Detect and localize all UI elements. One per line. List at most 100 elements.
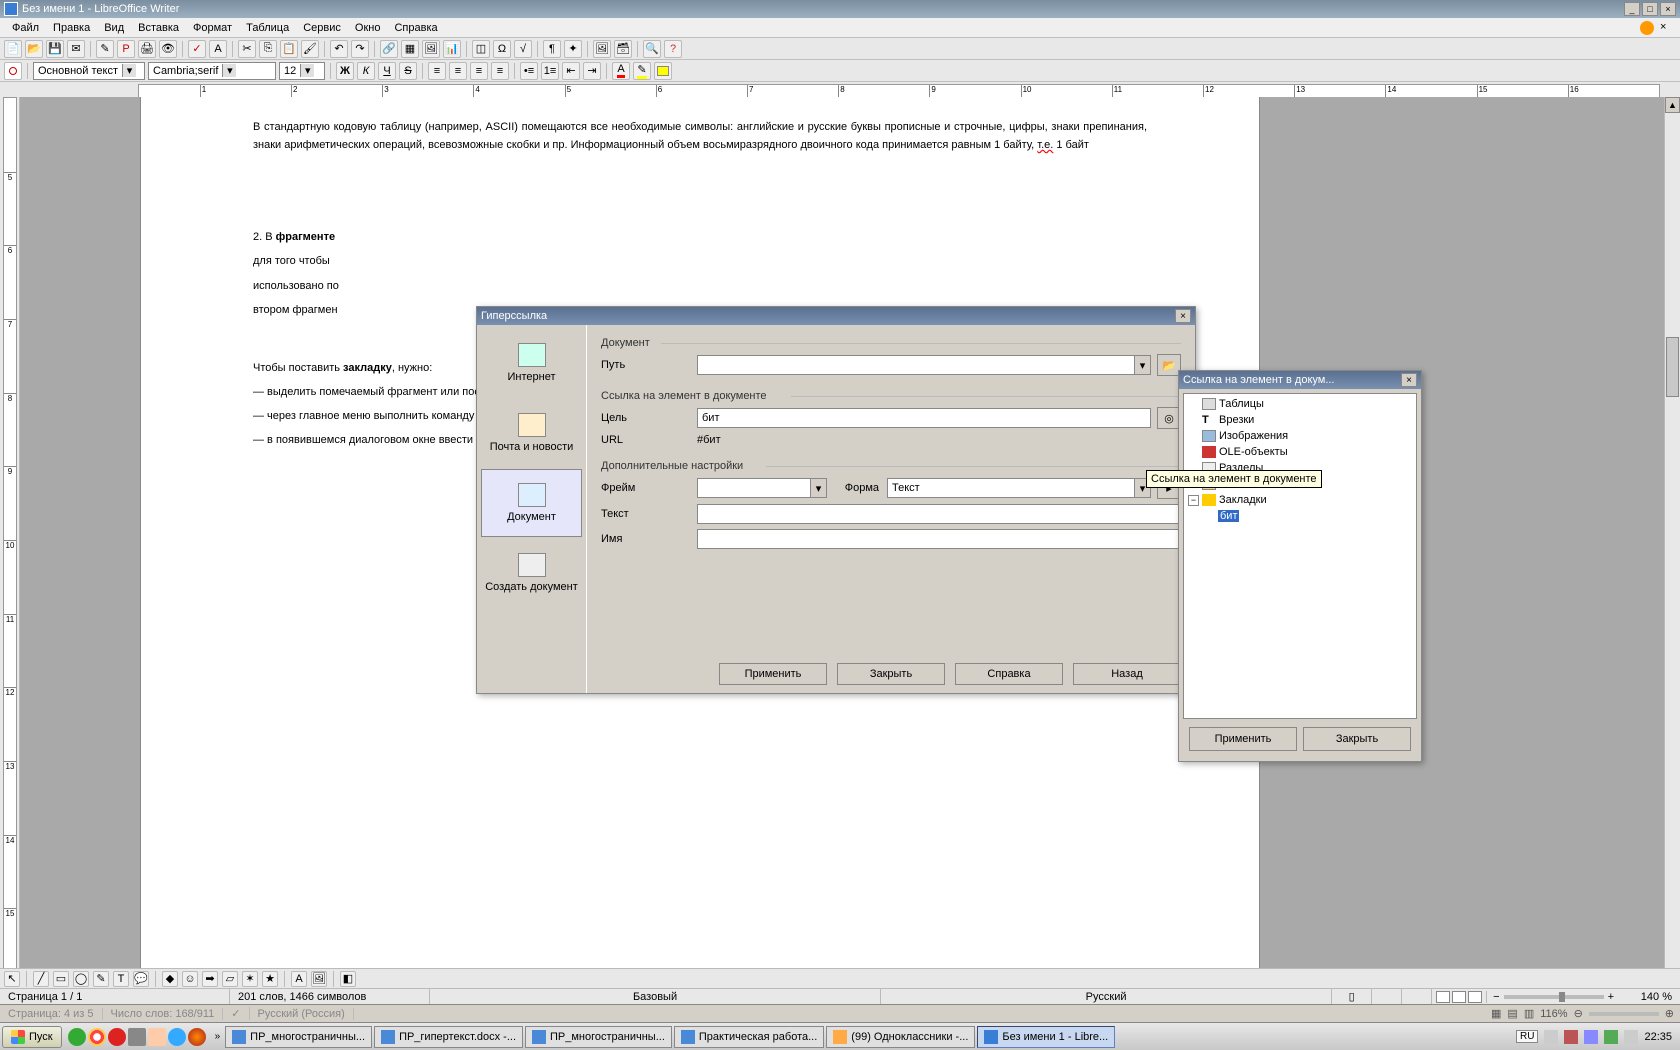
document-paragraph[interactable]: использовано по	[253, 277, 1147, 295]
export-pdf-icon[interactable]: P	[117, 40, 135, 58]
language-indicator[interactable]: RU	[1516, 1030, 1538, 1043]
nonprinting-icon[interactable]: ¶	[543, 40, 561, 58]
font-color-icon[interactable]: A	[612, 62, 630, 80]
preview-icon[interactable]: 👁	[159, 40, 177, 58]
app-icon[interactable]	[128, 1028, 146, 1046]
dialog-titlebar[interactable]: Ссылка на элемент в докум... ×	[1179, 371, 1421, 389]
tree-item-bookmark-bit[interactable]: бит	[1186, 508, 1414, 524]
close-button[interactable]: Закрыть	[837, 663, 945, 685]
strike-icon[interactable]: S	[399, 62, 417, 80]
new-doc-icon[interactable]: 📄	[4, 40, 22, 58]
ellipse-icon[interactable]: ◯	[73, 971, 89, 987]
align-left-icon[interactable]: ≡	[428, 62, 446, 80]
hyperlink-cat-newdoc[interactable]: Создать документ	[481, 539, 582, 607]
document-paragraph[interactable]: В стандартную кодовую таблицу (например,…	[253, 118, 1147, 154]
hyperlink-cat-internet[interactable]: Интернет	[481, 329, 582, 397]
tree-item-frames[interactable]: T Врезки	[1186, 412, 1414, 428]
rect-icon[interactable]: ▭	[53, 971, 69, 987]
freeform-icon[interactable]: ✎	[93, 971, 109, 987]
open-icon[interactable]: 📂	[25, 40, 43, 58]
zoom-icon[interactable]: 🔍	[643, 40, 661, 58]
clone-format-icon[interactable]: 🖌	[301, 40, 319, 58]
tree-item-ole[interactable]: OLE-объекты	[1186, 444, 1414, 460]
numbering-icon[interactable]: 1≡	[541, 62, 559, 80]
multi-page-icon[interactable]	[1452, 991, 1466, 1003]
gallery-icon[interactable]: 🖼	[593, 40, 611, 58]
maximize-button[interactable]: □	[1642, 2, 1658, 16]
path-combo[interactable]: ▾	[697, 355, 1151, 375]
menu-window[interactable]: Окно	[349, 20, 387, 36]
document-paragraph[interactable]: 2. В фрагменте	[253, 228, 1147, 246]
field-icon[interactable]: ◫	[472, 40, 490, 58]
extrusion-icon[interactable]: ◧	[340, 971, 356, 987]
italic-icon[interactable]: К	[357, 62, 375, 80]
status-insert-mode[interactable]: ▯	[1332, 989, 1372, 1004]
frame-combo[interactable]: ▾	[697, 478, 827, 498]
textbox-icon[interactable]: T	[113, 971, 129, 987]
menu-view[interactable]: Вид	[98, 20, 130, 36]
basic-shapes-icon[interactable]: ◆	[162, 971, 178, 987]
align-right-icon[interactable]: ≡	[470, 62, 488, 80]
save-icon[interactable]: 💾	[46, 40, 64, 58]
image-icon[interactable]: 🖼	[422, 40, 440, 58]
close-doc-icon[interactable]: ×	[1660, 21, 1674, 35]
callout-icon[interactable]: 💬	[133, 971, 149, 987]
hyperlink-cat-document[interactable]: Документ	[481, 469, 582, 537]
chrome-icon[interactable]	[88, 1028, 106, 1046]
back-button[interactable]: Назад	[1073, 663, 1181, 685]
taskbar-item[interactable]: ПР_многостраничны...	[225, 1026, 372, 1048]
stars-icon[interactable]: ★	[262, 971, 278, 987]
explorer-icon[interactable]	[148, 1028, 166, 1046]
text-input[interactable]	[697, 504, 1181, 524]
target-tree[interactable]: Таблицы T Врезки Изображения OLE-объекты…	[1183, 393, 1417, 719]
bold-icon[interactable]: Ж	[336, 62, 354, 80]
taskbar-item[interactable]: ПР_гипертекст.docx -...	[374, 1026, 523, 1048]
redo-icon[interactable]: ↷	[351, 40, 369, 58]
name-input[interactable]	[697, 529, 1181, 549]
record-changes-icon[interactable]	[4, 62, 22, 80]
vertical-scrollbar[interactable]: ▲ ▼	[1664, 97, 1680, 1020]
formula-icon[interactable]: √	[514, 40, 532, 58]
single-page-icon[interactable]	[1436, 991, 1450, 1003]
highlight-icon[interactable]: ✎	[633, 62, 651, 80]
collapse-icon[interactable]: −	[1188, 495, 1199, 506]
pointer-icon[interactable]: ↖	[4, 971, 20, 987]
taskbar-item[interactable]: ПР_многостраничны...	[525, 1026, 672, 1048]
menu-edit[interactable]: Правка	[47, 20, 96, 36]
apply-button[interactable]: Применить	[719, 663, 827, 685]
status-style[interactable]: Базовый	[430, 989, 881, 1004]
tree-item-tables[interactable]: Таблицы	[1186, 396, 1414, 412]
taskbar-item[interactable]: Практическая работа...	[674, 1026, 824, 1048]
email-icon[interactable]: ✉	[67, 40, 85, 58]
menu-file[interactable]: Файл	[6, 20, 45, 36]
undo-icon[interactable]: ↶	[330, 40, 348, 58]
taskbar-item-active[interactable]: Без имени 1 - Libre...	[977, 1026, 1115, 1048]
chevron-down-icon[interactable]: ▾	[222, 64, 236, 77]
line-icon[interactable]: ╱	[33, 971, 49, 987]
status-selection-mode[interactable]	[1372, 989, 1402, 1004]
zoom-percentage[interactable]: 140 %	[1620, 989, 1680, 1004]
callouts-icon[interactable]: ✶	[242, 971, 258, 987]
tray-icon[interactable]	[1544, 1030, 1558, 1044]
font-name-combo[interactable]: Cambria;serif ▾	[148, 62, 276, 80]
menu-insert[interactable]: Вставка	[132, 20, 185, 36]
datasources-icon[interactable]: 🗃	[614, 40, 632, 58]
special-char-icon[interactable]: Ω	[493, 40, 511, 58]
increase-indent-icon[interactable]: ⇥	[583, 62, 601, 80]
align-center-icon[interactable]: ≡	[449, 62, 467, 80]
chevron-down-icon[interactable]: ▾	[810, 479, 826, 497]
print-icon[interactable]: 🖨	[138, 40, 156, 58]
bullets-icon[interactable]: •≡	[520, 62, 538, 80]
tray-icon[interactable]	[1564, 1030, 1578, 1044]
utorrent-icon[interactable]	[68, 1028, 86, 1046]
auto-spell-icon[interactable]: A	[209, 40, 227, 58]
target-input[interactable]	[697, 408, 1151, 428]
chevron-down-icon[interactable]: ▾	[300, 64, 314, 77]
ie-icon[interactable]	[168, 1028, 186, 1046]
help-button[interactable]: Справка	[955, 663, 1063, 685]
paste-icon[interactable]: 📋	[280, 40, 298, 58]
chart-icon[interactable]: 📊	[443, 40, 461, 58]
flowchart-icon[interactable]: ▱	[222, 971, 238, 987]
start-button[interactable]: Пуск	[2, 1026, 62, 1048]
zoom-in-icon[interactable]: +	[1608, 991, 1614, 1003]
